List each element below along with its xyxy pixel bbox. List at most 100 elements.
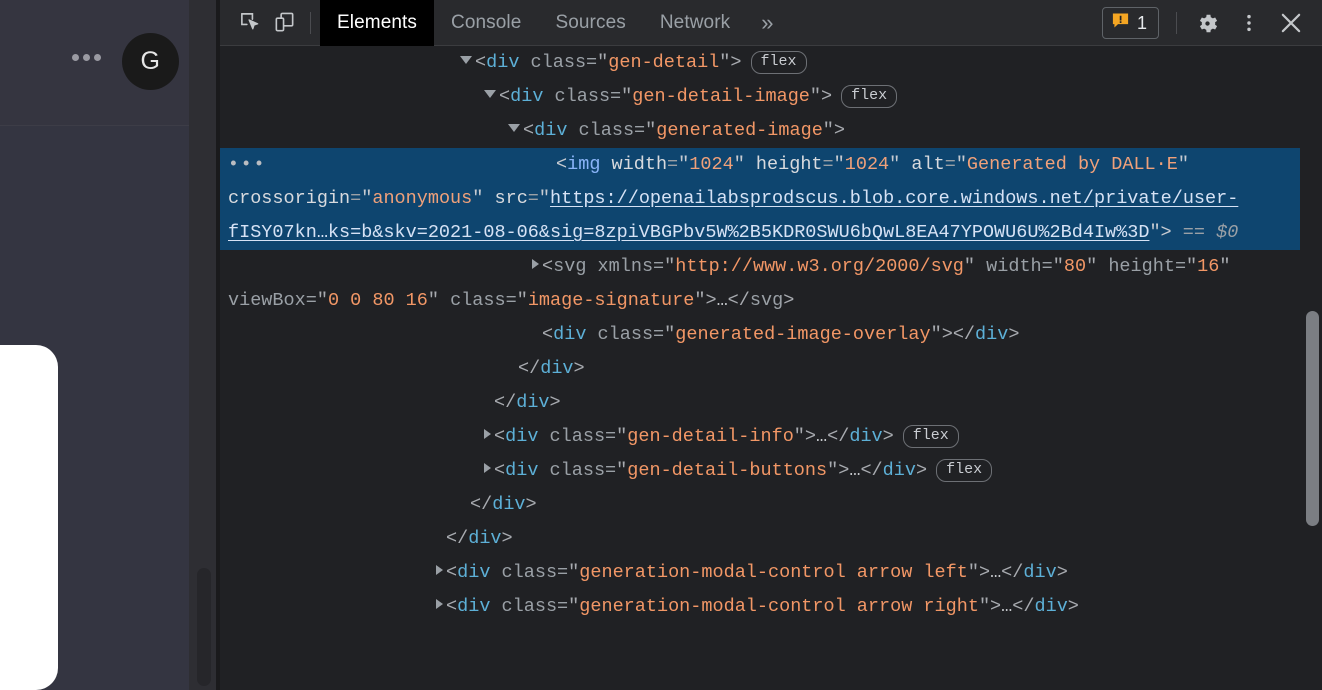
devtools-scrollbar-track[interactable] — [1300, 46, 1322, 690]
token-punct: > — [573, 358, 585, 379]
chevron-right-icon[interactable] — [484, 429, 491, 439]
token-eq: = — [667, 154, 679, 175]
dom-node[interactable]: <div class="gen-detail-buttons">…</div> f… — [220, 454, 1322, 488]
tab-sources[interactable]: Sources — [538, 0, 642, 46]
screenshot-root: G Elements Console Sources Network » 1 <… — [0, 0, 1322, 690]
tab-console[interactable]: Console — [434, 0, 538, 46]
chevron-down-icon[interactable] — [508, 124, 520, 132]
token-attr-name: width — [986, 256, 1042, 277]
flex-badge[interactable]: flex — [902, 425, 959, 448]
token-eq: = — [557, 562, 569, 583]
token-punct: " — [516, 290, 528, 311]
token-tag: div — [882, 460, 916, 481]
gear-icon[interactable] — [1186, 2, 1228, 44]
token-attr-name: alt — [911, 154, 945, 175]
more-horizontal-icon[interactable] — [72, 54, 102, 62]
token-tag: div — [540, 358, 574, 379]
token-attr-value: 1024 — [689, 154, 734, 175]
token-eq: = — [610, 86, 622, 107]
token-punct: < — [446, 596, 458, 617]
dom-node[interactable]: </div> — [220, 386, 1322, 420]
dom-node[interactable]: </div> — [220, 522, 1322, 556]
chevron-right-icon[interactable] — [436, 565, 443, 575]
token-punct: < — [475, 52, 487, 73]
token-eq: = — [350, 188, 362, 209]
warning-message-icon — [1111, 11, 1130, 35]
dom-node[interactable]: <div class="gen-detail-image"> flex — [220, 80, 1322, 114]
token-eq: == — [1182, 222, 1205, 243]
close-icon[interactable] — [1270, 2, 1312, 44]
dom-node[interactable]: <svg xmlns="http://www.w3.org/2000/svg" … — [220, 250, 1322, 318]
token-attr-value: generation-modal-control arrow left — [579, 562, 968, 583]
token-eq: = — [557, 596, 569, 617]
toolbar-divider — [310, 11, 311, 34]
token-punct: "> — [809, 86, 833, 107]
flex-badge[interactable]: flex — [936, 459, 993, 482]
token-tag: div — [468, 528, 502, 549]
dom-tree[interactable]: <div class="gen-detail"> flex <div class="… — [220, 46, 1322, 690]
token-attr-name: class — [549, 426, 606, 447]
token-tag: img — [567, 154, 601, 175]
token-eq: = — [653, 324, 665, 345]
chevron-right-icon[interactable] — [532, 259, 539, 269]
token-punct: "> — [719, 52, 742, 73]
token-punct: </ — [860, 460, 883, 481]
dom-node[interactable]: </div> — [220, 488, 1322, 522]
token-tag: div — [1034, 596, 1068, 617]
chevron-down-icon[interactable] — [484, 90, 496, 98]
more-vertical-icon[interactable] — [1228, 2, 1270, 44]
token-punct: < — [446, 562, 458, 583]
flex-badge[interactable]: flex — [841, 85, 898, 108]
chevron-right-icon[interactable] — [484, 463, 491, 473]
inspect-element-icon[interactable] — [233, 8, 267, 38]
tab-network[interactable]: Network — [643, 0, 747, 46]
token-punct: < — [542, 256, 554, 277]
dom-node[interactable]: <div class="generated-image"> — [220, 114, 1322, 148]
token-eq: = — [634, 120, 646, 141]
toolbar-right-group: 1 — [1101, 0, 1322, 46]
token-punct: " — [955, 154, 967, 175]
token-punct: " — [645, 120, 657, 141]
token-attr-value: generated-image-overlay — [675, 324, 931, 345]
more-tabs-button[interactable]: » — [747, 0, 787, 46]
device-toolbar-icon[interactable] — [267, 8, 301, 38]
token-attr-name: class — [450, 290, 506, 311]
avatar[interactable]: G — [122, 33, 179, 90]
token-punct: "> — [694, 290, 717, 311]
token-punct: " — [1219, 256, 1231, 277]
dom-node[interactable]: <div class="gen-detail-info">…</div> flex — [220, 420, 1322, 454]
token-attr-name: class — [597, 324, 654, 345]
token-punct: > — [1056, 562, 1068, 583]
dom-node[interactable]: </div> — [220, 352, 1322, 386]
token-tag: div — [505, 460, 539, 481]
token-punct: " — [664, 324, 676, 345]
token-punct: </ — [727, 290, 750, 311]
flex-badge[interactable]: flex — [750, 51, 807, 74]
tab-elements[interactable]: Elements — [320, 0, 435, 46]
token-punct: > — [1067, 596, 1079, 617]
dom-node[interactable]: <div class="generation-modal-control arr… — [220, 556, 1322, 590]
page-scrollbar-thumb[interactable] — [197, 568, 211, 686]
token-punct: > — [882, 426, 894, 447]
token-punct: " — [1186, 256, 1198, 277]
node-badge-ellipsis[interactable]: ••• — [228, 156, 266, 174]
devtools-scrollbar-thumb[interactable] — [1306, 311, 1319, 526]
token-ellip: … — [816, 426, 828, 447]
warning-count-badge[interactable]: 1 — [1101, 7, 1159, 39]
dom-node[interactable]: <div class="gen-detail"> flex — [220, 46, 1322, 80]
token-tag: div — [457, 562, 491, 583]
token-punct: </ — [1012, 596, 1035, 617]
dom-node[interactable]: <div class="generated-image-overlay"></d… — [220, 318, 1322, 352]
token-eq: = — [505, 290, 517, 311]
token-dollar: $0 — [1216, 222, 1239, 243]
devtools-tab-strip: Elements Console Sources Network » — [320, 0, 787, 46]
token-attr-value: 1024 — [844, 154, 890, 175]
chevron-right-icon[interactable] — [436, 599, 443, 609]
dom-node-selected[interactable]: ••• <img width="1024" height="1024" alt="… — [220, 148, 1322, 250]
token-attr-value: generation-modal-control arrow right — [579, 596, 979, 617]
chevron-down-icon[interactable] — [460, 56, 472, 64]
dom-node[interactable]: <div class="generation-modal-control arr… — [220, 590, 1322, 624]
token-eq: = — [1041, 256, 1053, 277]
token-attr-value: generated-image — [656, 120, 823, 141]
token-attr-value: gen-detail-info — [627, 426, 794, 447]
